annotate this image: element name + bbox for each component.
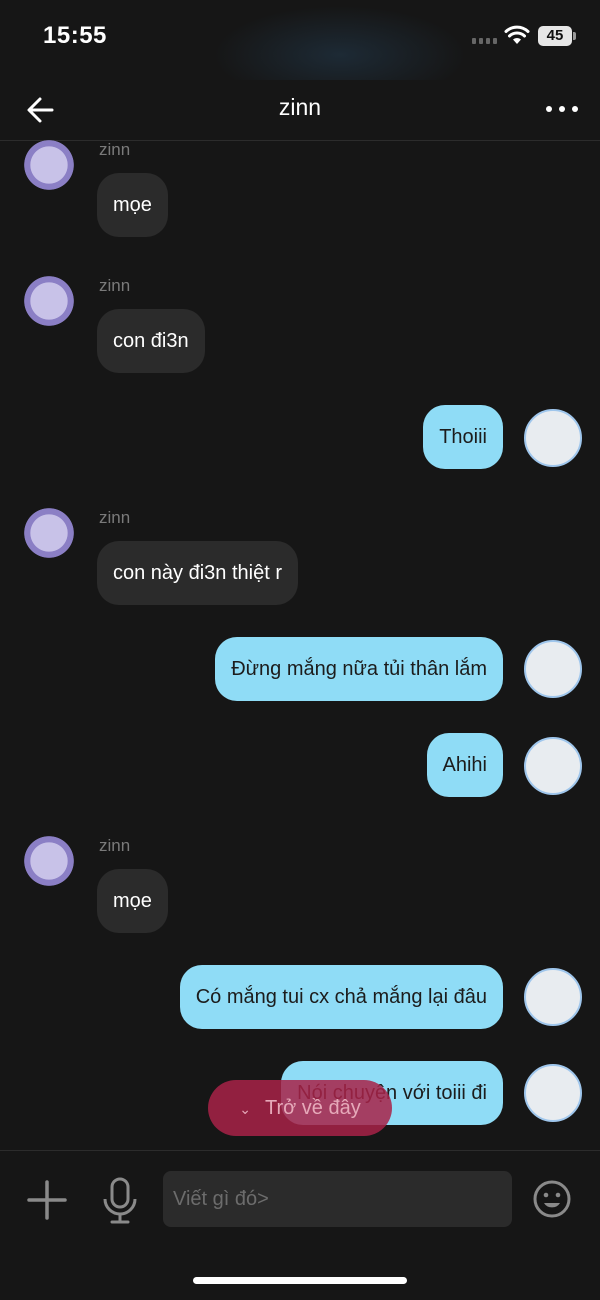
home-indicator	[193, 1277, 407, 1284]
outgoing-message[interactable]: Ahihi	[426, 733, 503, 797]
sender-name: zinn	[99, 836, 131, 855]
more-dots-icon[interactable]	[540, 94, 584, 124]
incoming-message[interactable]: con đi3n	[97, 309, 205, 373]
sender-name: zinn	[99, 508, 131, 527]
wifi-icon	[504, 25, 530, 44]
sender-name: zinn	[99, 140, 131, 159]
user-avatar[interactable]	[524, 640, 582, 698]
microphone-icon[interactable]	[100, 1177, 140, 1225]
outgoing-message[interactable]: Thoiii	[423, 405, 503, 469]
user-avatar[interactable]	[524, 1064, 582, 1122]
scroll-to-latest-button[interactable]: ⌄ Trở về đây	[208, 1080, 392, 1136]
incoming-message[interactable]: con này đi3n thiệt r	[97, 541, 298, 605]
plus-icon[interactable]	[26, 1179, 68, 1221]
incoming-message[interactable]: mọe	[97, 173, 168, 237]
user-avatar[interactable]	[524, 409, 582, 467]
contact-avatar[interactable]	[20, 504, 78, 562]
user-avatar[interactable]	[524, 968, 582, 1026]
message-input[interactable]	[163, 1171, 512, 1227]
outgoing-message[interactable]: Có mắng tui cx chả mắng lại đâu	[179, 965, 503, 1029]
signal-icon	[472, 38, 497, 44]
outgoing-message[interactable]: Đừng mắng nữa tủi thân lắm	[215, 637, 503, 701]
sender-name: zinn	[99, 276, 131, 295]
contact-avatar[interactable]	[20, 832, 78, 890]
chat-title: zinn	[278, 94, 322, 120]
scroll-button-label: Trở về đây	[265, 1097, 361, 1119]
status-bar: 15:55 45	[0, 0, 600, 80]
battery-indicator: 45	[538, 26, 576, 46]
chat-header: zinn	[0, 80, 600, 141]
emoji-icon[interactable]	[532, 1179, 572, 1219]
incoming-message[interactable]: mọe	[97, 869, 168, 933]
user-avatar[interactable]	[524, 737, 582, 795]
status-time: 15:55	[43, 22, 107, 49]
contact-avatar[interactable]	[20, 136, 78, 194]
contact-avatar[interactable]	[20, 272, 78, 330]
chevron-down-icon: ⌄	[239, 1101, 251, 1117]
